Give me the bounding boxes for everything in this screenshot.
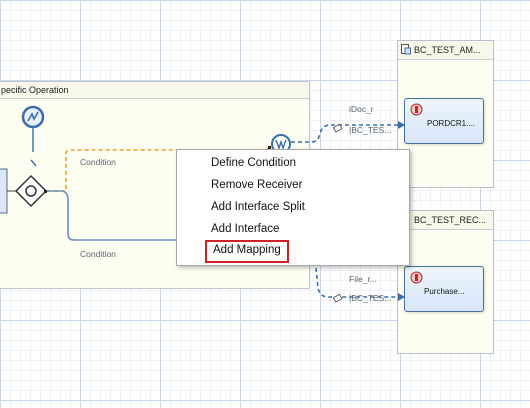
condition-label: Condition (80, 249, 116, 259)
interface-label: File_r... (349, 274, 377, 284)
condition-flow-line[interactable] (47, 190, 176, 241)
condition-label: Condition (80, 157, 116, 167)
context-menu: Define Condition Remove Receiver Add Int… (176, 149, 410, 266)
timer-event-icon[interactable] (21, 105, 45, 129)
gateway-icon[interactable] (14, 174, 48, 208)
menu-item-add-interface[interactable]: Add Interface (211, 220, 279, 239)
interface-label: |BC_TES... (349, 125, 392, 135)
menu-item-define-condition[interactable]: Define Condition (211, 154, 296, 173)
interface-label: iDoc_r (349, 104, 374, 114)
menu-item-add-interface-split[interactable]: Add Interface Split (211, 198, 305, 217)
menu-item-add-mapping[interactable]: Add Mapping (205, 240, 289, 263)
message-icon (332, 293, 343, 303)
interface-label: |BC_TES... (349, 293, 392, 303)
menu-item-remove-receiver[interactable]: Remove Receiver (211, 176, 302, 195)
sender-node[interactable] (0, 168, 8, 214)
